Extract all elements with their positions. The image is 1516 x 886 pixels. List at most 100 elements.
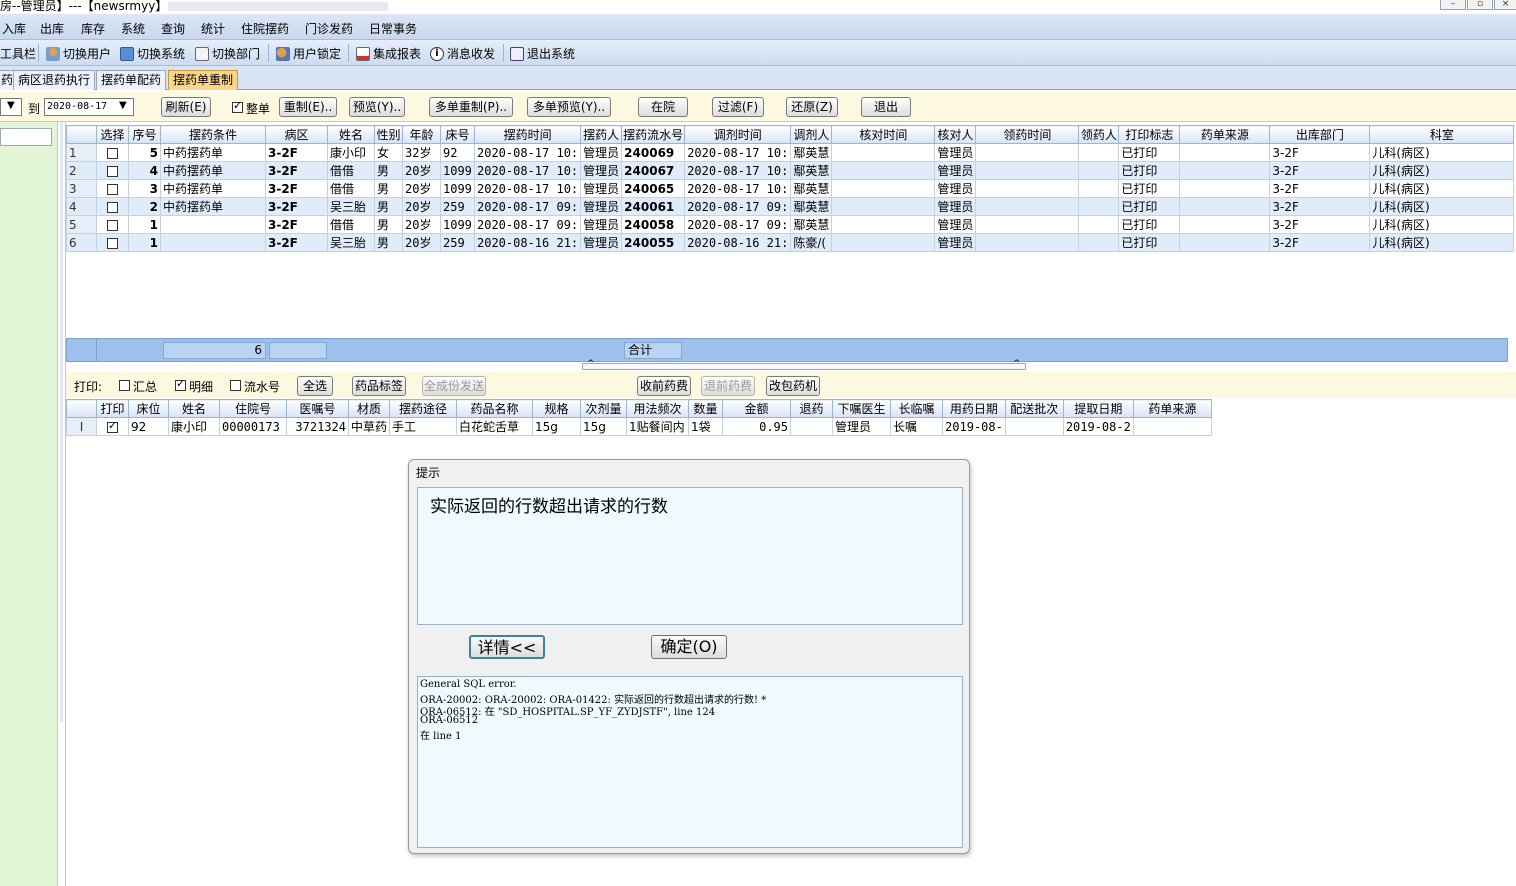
- send-components-button[interactable]: 全成份发送: [422, 376, 486, 396]
- column-header[interactable]: 领药时间: [975, 125, 1080, 144]
- switch-system-button[interactable]: 切换系统: [120, 45, 185, 62]
- column-header[interactable]: 住院号: [219, 399, 287, 418]
- column-header[interactable]: 打印标志: [1118, 125, 1181, 144]
- column-header[interactable]: 调剂时间: [684, 125, 792, 144]
- column-header[interactable]: 用药日期: [942, 399, 1006, 418]
- reports-button[interactable]: 集成报表: [356, 45, 421, 62]
- column-header[interactable]: 用法频次: [626, 399, 690, 418]
- select-cell[interactable]: [96, 143, 129, 162]
- column-header[interactable]: 退药: [790, 399, 834, 418]
- column-header[interactable]: 次剂量: [580, 399, 628, 418]
- menu-item-stock[interactable]: 库存: [81, 20, 105, 37]
- summary-check[interactable]: [119, 380, 130, 391]
- serial-checkbox[interactable]: [230, 378, 241, 392]
- menu-item-query[interactable]: 查询: [161, 20, 185, 37]
- user-lock-button[interactable]: 用户锁定: [276, 45, 341, 62]
- column-header[interactable]: 床位: [128, 399, 169, 418]
- column-header[interactable]: 药单来源: [1179, 125, 1271, 144]
- refund-fee-button[interactable]: 退前药费: [701, 376, 755, 396]
- column-header[interactable]: 性别: [374, 125, 403, 144]
- table-row[interactable]: 2 4 中药摆药单 3-2F 借借男 20岁 1099 2020-08-17 10: 管理员 24…: [66, 161, 1515, 180]
- column-header[interactable]: 规格: [532, 399, 582, 418]
- column-header[interactable]: 药单来源: [1132, 399, 1212, 418]
- row-select-checkbox[interactable]: [107, 237, 118, 249]
- table-row[interactable]: I92康小印000001733721324中草药手工白花蛇舌草15g15g1贴餐…: [66, 417, 1212, 436]
- row-select-checkbox[interactable]: [107, 165, 118, 177]
- column-header[interactable]: 材质: [347, 399, 391, 418]
- table-row[interactable]: 6 1 3-2F 吴三胎男 20岁 259 2020-08-16 21: 管理员 240055 2…: [66, 233, 1515, 252]
- menu-item-inpatient[interactable]: 住院摆药: [241, 20, 289, 37]
- column-header[interactable]: 提取日期: [1062, 399, 1134, 418]
- close-button[interactable]: ×: [1494, 0, 1516, 10]
- redo-button[interactable]: 重制(E)..: [279, 97, 337, 117]
- whole-check[interactable]: [232, 99, 243, 113]
- column-header[interactable]: 药品名称: [456, 399, 534, 418]
- column-header[interactable]: 长临嘱: [890, 399, 944, 418]
- tab-dispense-redo[interactable]: 摆药单重制: [168, 70, 239, 90]
- column-header[interactable]: 核对时间: [831, 125, 936, 144]
- collapse-up-icon[interactable]: ^: [587, 359, 595, 369]
- print-cell[interactable]: [96, 417, 129, 436]
- select-cell[interactable]: [96, 179, 129, 198]
- column-header[interactable]: 摆药途径: [389, 399, 458, 418]
- tab-dispense-list[interactable]: 摆药单配药: [96, 70, 167, 90]
- preview-button[interactable]: 预览(Y)..: [349, 97, 405, 117]
- column-header[interactable]: 打印: [96, 399, 129, 418]
- switch-department-button[interactable]: 切换部门: [195, 45, 260, 62]
- table-row[interactable]: 3 3 中药摆药单 3-2F 借借男 20岁 1099 2020-08-17 10: 管理员 24…: [66, 179, 1515, 198]
- exit-system-button[interactable]: 退出系统: [510, 45, 575, 62]
- filter-button[interactable]: 过滤(F): [712, 97, 764, 117]
- column-header[interactable]: 年龄: [402, 125, 441, 144]
- column-header[interactable]: 序号: [128, 125, 161, 144]
- column-header[interactable]: 数量: [688, 399, 724, 418]
- column-header[interactable]: 调剂人: [790, 125, 833, 144]
- minimize-button[interactable]: –: [1440, 0, 1466, 10]
- menu-item-outbound[interactable]: 出库: [40, 20, 64, 37]
- column-header[interactable]: 配送批次: [1004, 399, 1064, 418]
- restore-button[interactable]: ▫: [1467, 0, 1493, 10]
- multi-redo-button[interactable]: 多单重制(P)..: [429, 97, 513, 117]
- menu-item-system[interactable]: 系统: [121, 20, 145, 37]
- print-checkbox[interactable]: [107, 419, 118, 433]
- whole-checkbox[interactable]: [232, 99, 243, 114]
- left-list-box[interactable]: [0, 128, 52, 146]
- dialog-detail-box[interactable]: General SQL error. ORA-20002: ORA-20002:…: [417, 676, 963, 848]
- column-header[interactable]: 科室: [1369, 125, 1515, 144]
- switch-user-button[interactable]: 切换用户: [46, 45, 111, 62]
- exit-button[interactable]: 退出: [861, 97, 911, 117]
- column-header[interactable]: 选择: [96, 125, 129, 144]
- menu-item-daily[interactable]: 日常事务: [369, 20, 417, 37]
- column-header[interactable]: 出库部门: [1269, 125, 1371, 144]
- multi-preview-button[interactable]: 多单预览(Y)..: [527, 97, 611, 117]
- serial-check[interactable]: [230, 380, 241, 391]
- date-from-dropdown[interactable]: ▼: [0, 98, 22, 116]
- row-select-checkbox[interactable]: [107, 183, 118, 195]
- column-header[interactable]: 姓名: [168, 399, 220, 418]
- column-header[interactable]: 核对人: [934, 125, 977, 144]
- summary-checkbox[interactable]: [119, 378, 130, 392]
- column-header[interactable]: 领药人: [1078, 125, 1120, 144]
- horizontal-splitter[interactable]: ^ ^: [66, 359, 1516, 372]
- ok-button[interactable]: 确定(O): [651, 635, 727, 659]
- collapse-up-icon[interactable]: ^: [1013, 359, 1021, 369]
- left-splitter[interactable]: [58, 122, 66, 886]
- column-header[interactable]: 床号: [440, 125, 475, 144]
- menu-item-stats[interactable]: 统计: [201, 20, 225, 37]
- select-cell[interactable]: [96, 161, 129, 180]
- column-header[interactable]: 金额: [722, 399, 792, 418]
- menu-item-inbound[interactable]: 入库: [2, 20, 26, 37]
- row-select-checkbox[interactable]: [107, 219, 118, 231]
- select-cell[interactable]: [96, 233, 129, 252]
- detail-check[interactable]: [175, 377, 186, 391]
- table-row[interactable]: 1 5 中药摆药单 3-2F 康小印女 32岁 92 2020-08-17 10: 管理员 240…: [66, 143, 1515, 162]
- menu-item-outpatient[interactable]: 门诊发药: [305, 20, 353, 37]
- column-header[interactable]: 医嘱号: [286, 399, 349, 418]
- detail-checkbox[interactable]: [175, 377, 186, 392]
- column-header[interactable]: 摆药条件: [160, 125, 266, 144]
- column-header[interactable]: 摆药流水号: [621, 125, 686, 144]
- column-header[interactable]: 病区: [265, 125, 328, 144]
- column-header[interactable]: 下嘱医生: [832, 399, 892, 418]
- select-all-button[interactable]: 全选: [297, 376, 333, 396]
- select-cell[interactable]: [96, 197, 129, 216]
- row-select-checkbox[interactable]: [107, 201, 118, 213]
